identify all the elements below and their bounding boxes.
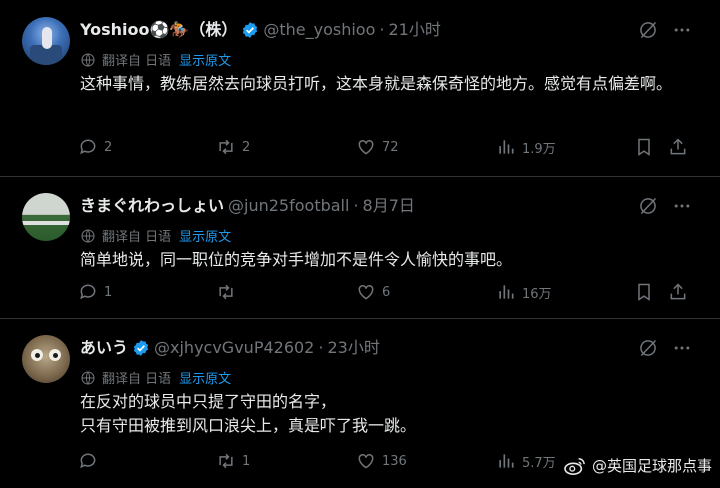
user-handle[interactable]: @xjhycvGvuP42602 — [154, 337, 314, 359]
weibo-icon — [564, 456, 586, 476]
user-handle[interactable]: @the_yoshioo — [263, 19, 375, 41]
translate-icon — [80, 228, 96, 244]
post-text: 简单地说，同一职位的竞争对手增加不是件令人愉快的事吧。 — [80, 250, 513, 269]
timestamp[interactable]: 8月7日 — [363, 195, 415, 217]
translation-notice: 翻译自 日语 显示原文 — [80, 368, 231, 387]
like-count: 6 — [382, 284, 391, 300]
share-button[interactable] — [668, 137, 688, 157]
display-name[interactable]: きまぐれわっしょい — [80, 195, 224, 217]
bookmark-icon — [638, 138, 650, 156]
translation-notice: 翻译自 日语 显示原文 — [80, 226, 231, 245]
show-original-link[interactable]: 显示原文 — [179, 50, 231, 69]
reply-count: 2 — [104, 139, 113, 155]
like-count: 72 — [382, 139, 399, 155]
action-bar: 1 6 16万 — [78, 282, 698, 304]
reply-button[interactable]: 2 — [78, 137, 112, 157]
user-handle[interactable]: @jun25football — [228, 195, 349, 217]
watermark-text: @英国足球那点事 — [591, 457, 712, 475]
views-icon — [499, 454, 514, 468]
reply-icon — [80, 453, 96, 469]
display-name[interactable]: あいう — [80, 337, 128, 359]
views-count: 1.9万 — [522, 141, 556, 157]
post[interactable]: きまぐれわっしょい @jun25football · 8月7日 翻译自 日语 显… — [0, 176, 720, 319]
like-button[interactable]: 136 — [356, 451, 407, 471]
grok-icon[interactable] — [638, 196, 658, 216]
bookmark-button[interactable] — [634, 137, 654, 157]
separator-dot: · — [379, 20, 385, 39]
like-icon — [358, 139, 374, 155]
reply-icon — [80, 284, 96, 300]
reply-icon — [80, 139, 96, 155]
grok-icon[interactable] — [638, 338, 658, 358]
post-text: 在反对的球员中只提了守田的名字， 只有守田被推到风口浪尖上，真是吓了我一跳。 — [80, 392, 417, 435]
post[interactable]: Yoshioo⚽🏇（株） @the_yoshioo · 21小时 翻译自 日语 … — [0, 0, 720, 177]
repost-button[interactable]: 1 — [216, 451, 250, 471]
repost-count: 2 — [242, 139, 251, 155]
action-bar: 2 2 72 1.9万 — [78, 137, 698, 159]
views-button[interactable]: 16万 — [496, 282, 552, 302]
translate-icon — [80, 370, 96, 386]
verified-badge-icon — [132, 339, 150, 357]
post-header: Yoshioo⚽🏇（株） @the_yoshioo · 21小时 — [80, 19, 441, 41]
avatar[interactable] — [22, 17, 70, 65]
show-original-link[interactable]: 显示原文 — [179, 226, 231, 245]
grok-icon[interactable] — [638, 20, 658, 40]
translated-from-label: 翻译自 日语 — [102, 230, 172, 245]
separator-dot: · — [318, 338, 324, 357]
views-button[interactable]: 1.9万 — [496, 137, 556, 157]
share-button[interactable] — [668, 282, 688, 302]
translate-icon — [80, 52, 96, 68]
more-icon[interactable] — [672, 338, 692, 358]
views-button[interactable]: 5.7万 — [496, 451, 556, 471]
repost-icon — [219, 453, 233, 469]
bookmark-icon — [638, 283, 650, 301]
show-original-link[interactable]: 显示原文 — [179, 368, 231, 387]
views-count: 5.7万 — [522, 455, 556, 471]
translation-notice: 翻译自 日语 显示原文 — [80, 50, 231, 69]
avatar[interactable] — [22, 193, 70, 241]
repost-icon — [219, 139, 233, 155]
views-count: 16万 — [522, 286, 552, 302]
like-button[interactable]: 72 — [356, 137, 399, 157]
post-header: きまぐれわっしょい @jun25football · 8月7日 — [80, 195, 415, 217]
views-icon — [499, 140, 514, 154]
repost-button[interactable] — [216, 282, 242, 302]
separator-dot: · — [353, 196, 359, 215]
more-icon[interactable] — [672, 196, 692, 216]
like-icon — [358, 453, 374, 469]
like-button[interactable]: 6 — [356, 282, 390, 302]
post-text: 这种事情，教练居然去向球员打听，这本身就是森保奇怪的地方。感觉有点偏差啊。 — [80, 74, 673, 93]
share-icon — [670, 283, 686, 300]
repost-button[interactable]: 2 — [216, 137, 250, 157]
bookmark-button[interactable] — [634, 282, 654, 302]
repost-icon — [219, 284, 233, 300]
post-header: あいう @xjhycvGvuP42602 · 23小时 — [80, 337, 380, 359]
display-name[interactable]: Yoshioo⚽🏇（株） — [80, 19, 237, 41]
verified-badge-icon — [241, 21, 259, 39]
more-icon[interactable] — [672, 20, 692, 40]
timestamp[interactable]: 23小时 — [327, 337, 379, 359]
translated-from-label: 翻译自 日语 — [102, 372, 172, 387]
weibo-watermark: @英国足球那点事 — [564, 455, 712, 476]
translated-from-label: 翻译自 日语 — [102, 54, 172, 69]
repost-count: 1 — [242, 453, 251, 469]
like-icon — [358, 284, 374, 300]
reply-count: 1 — [104, 284, 113, 300]
like-count: 136 — [382, 453, 407, 469]
reply-button[interactable]: 1 — [78, 282, 112, 302]
timestamp[interactable]: 21小时 — [388, 19, 440, 41]
share-icon — [670, 138, 686, 155]
avatar[interactable] — [22, 335, 70, 383]
views-icon — [499, 285, 514, 299]
reply-button[interactable] — [78, 451, 104, 471]
